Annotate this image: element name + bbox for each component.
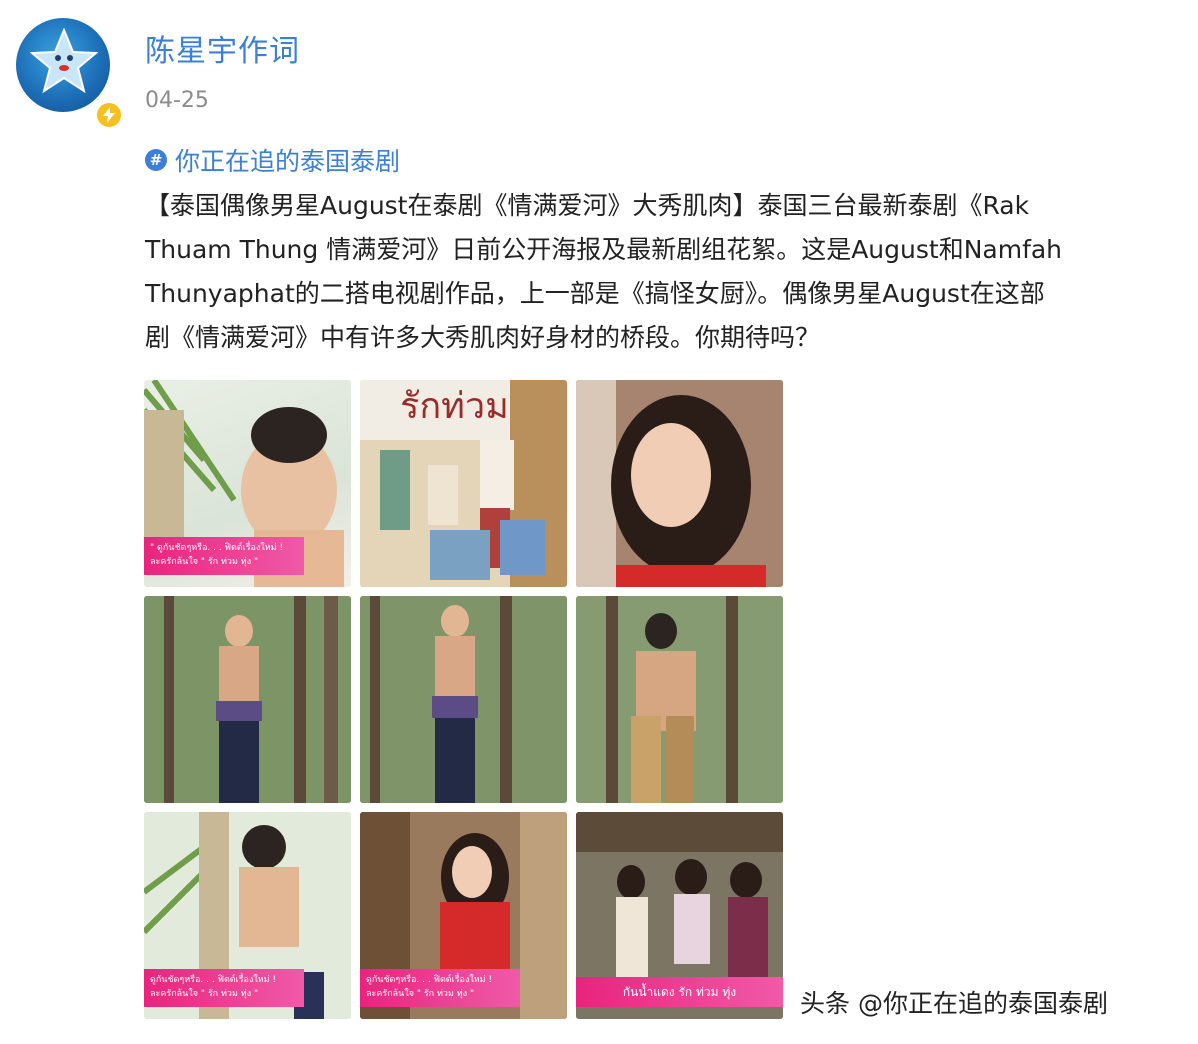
photo-3[interactable] <box>576 380 783 587</box>
star-logo-icon <box>30 28 98 94</box>
post-line: 【泰国偶像男星August在泰剧《情满爱河》大秀肌肉】泰国三台最新泰剧《Rak <box>145 191 1030 220</box>
photo-9[interactable]: กันน้ำแดง รัก ท่วม ทุ่ง <box>576 812 783 1019</box>
photo-7-caption: ดูกันชัดๆหรือ. . . ฟิตต์เรื่องใหม่ ! ละค… <box>144 969 304 1007</box>
image-grid: " ดูกันชัดๆหรือ. . . ฟิตต์เรื่องใหม่ ! ล… <box>144 380 784 1020</box>
topic-label: 你正在追的泰国泰剧 <box>175 147 401 176</box>
post-line: 剧《情满爱河》中有许多大秀肌肉好身材的桥段。你期待吗？ <box>145 323 821 352</box>
photo-2-image: รักท่วม <box>360 380 567 587</box>
photo-5-image <box>360 596 567 803</box>
photo-8-caption: ดูกันชัดๆหรือ. . . ฟิตต์เรื่องใหม่ ! ละค… <box>360 969 520 1007</box>
avatar[interactable] <box>16 18 124 130</box>
photo-2[interactable]: รักท่วม <box>360 380 567 587</box>
verified-badge-icon <box>94 100 124 130</box>
photo-7[interactable]: ดูกันชัดๆหรือ. . . ฟิตต์เรื่องใหม่ ! ละค… <box>144 812 351 1019</box>
photo-1[interactable]: " ดูกันชัดๆหรือ. . . ฟิตต์เรื่องใหม่ ! ล… <box>144 380 351 587</box>
photo-4[interactable] <box>144 596 351 803</box>
post-line: Thunyaphat的二搭电视剧作品，上一部是《搞怪女厨》。偶像男星August… <box>145 279 1045 308</box>
topic-link[interactable]: # 你正在追的泰国泰剧 <box>145 142 400 178</box>
photo-3-image <box>576 380 783 587</box>
photo-6[interactable] <box>576 596 783 803</box>
photo-9-caption: กันน้ำแดง รัก ท่วม ทุ่ง <box>576 977 783 1007</box>
hashtag-icon: # <box>145 149 167 171</box>
photo-1-caption: " ดูกันชัดๆหรือ. . . ฟิตต์เรื่องใหม่ ! ล… <box>144 537 304 575</box>
post-text: 【泰国偶像男星August在泰剧《情满爱河》大秀肌肉】泰国三台最新泰剧《Rak … <box>145 184 1190 360</box>
user-name[interactable]: 陈星宇作词 <box>145 26 300 70</box>
photo-4-image <box>144 596 351 803</box>
post-date: 04-25 <box>145 88 209 113</box>
photo-8[interactable]: ดูกันชัดๆหรือ. . . ฟิตต์เรื่องใหม่ ! ละค… <box>360 812 567 1019</box>
photo-2-sign: รักท่วม <box>400 386 509 427</box>
post-line: Thuam Thung 情满爱河》日前公开海报及最新剧组花絮。这是August和… <box>145 235 1063 264</box>
watermark: 头条 @你正在追的泰国泰剧 <box>800 989 1108 1018</box>
photo-5[interactable] <box>360 596 567 803</box>
photo-6-image <box>576 596 783 803</box>
